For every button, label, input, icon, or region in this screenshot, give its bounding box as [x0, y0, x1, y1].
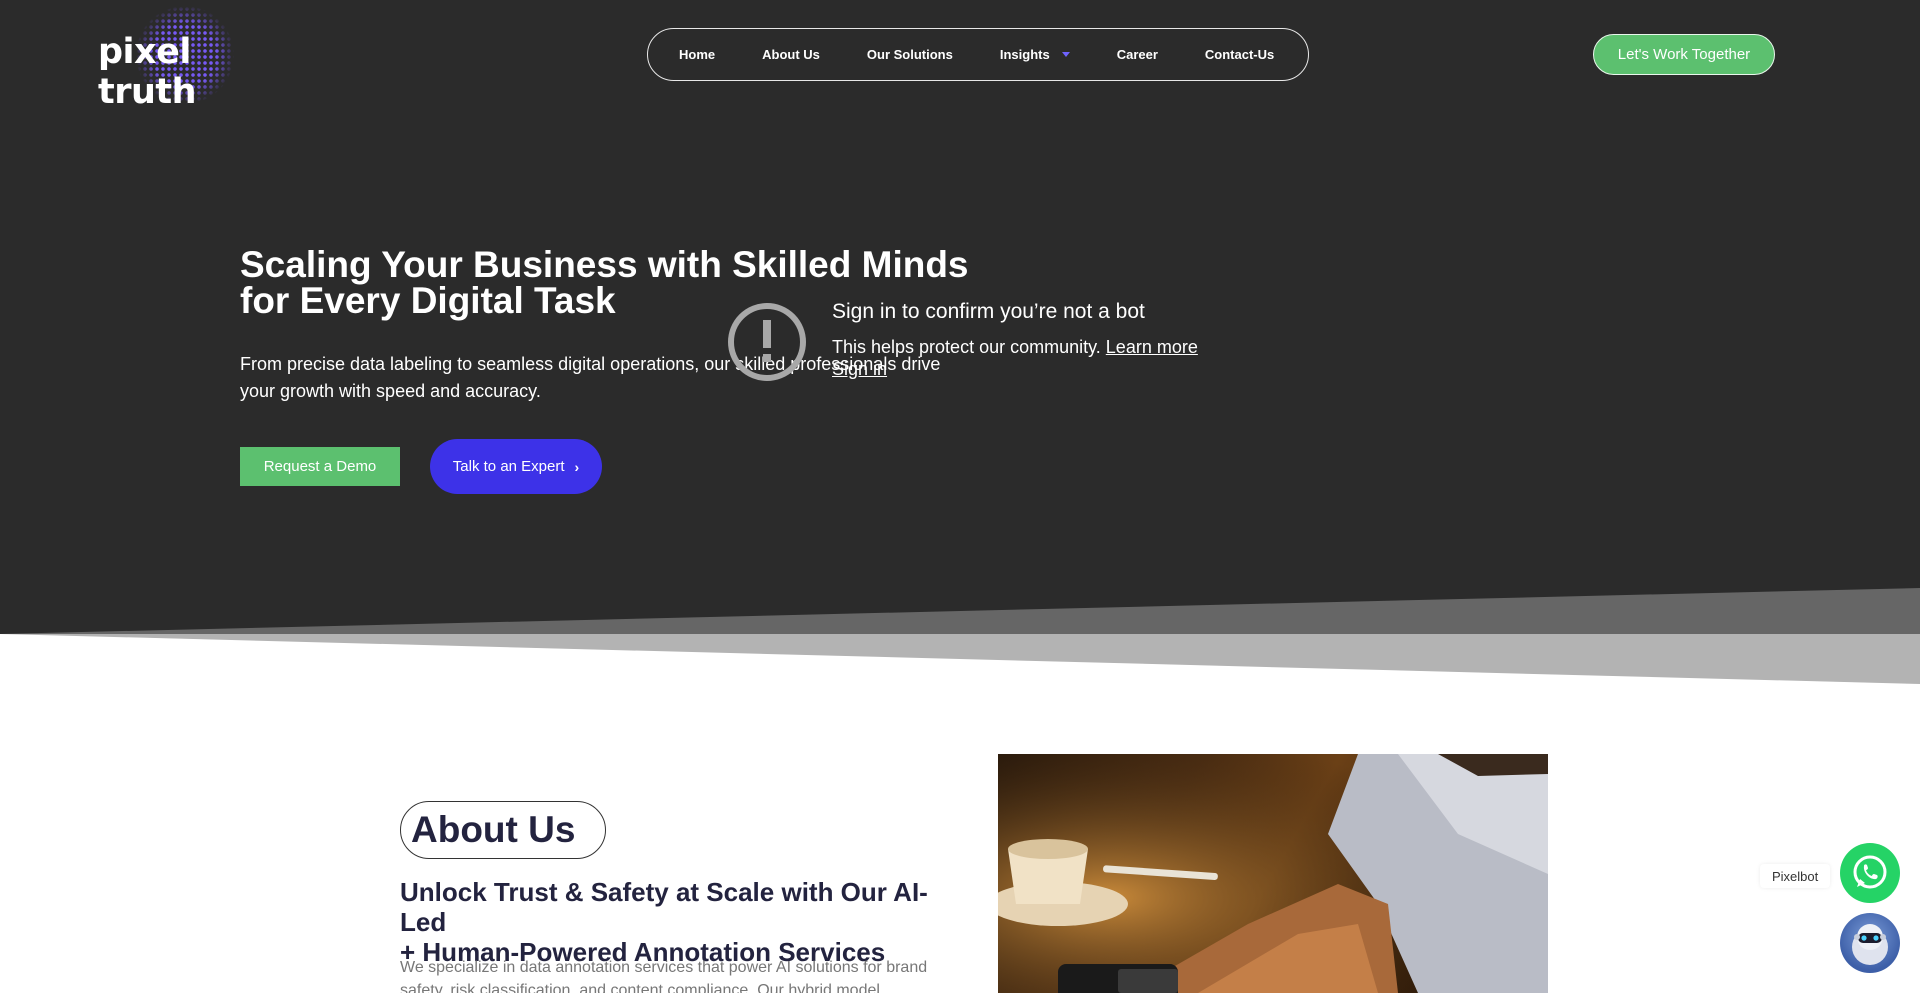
about-photo-illustration [998, 754, 1548, 993]
chevron-right-icon: › [574, 458, 580, 475]
about-us-pill: About Us [400, 801, 606, 859]
pixelbot-label[interactable]: Pixelbot [1760, 864, 1831, 888]
bot-check-title: Sign in to confirm you’re not a bot [832, 300, 1145, 323]
bot-check-message: This helps protect our community. [832, 337, 1101, 357]
bot-check-text: This helps protect our community. Learn … [832, 336, 1198, 359]
nav-item-home[interactable]: Home [679, 47, 715, 62]
robot-icon [1852, 924, 1888, 965]
about-photo [998, 754, 1548, 993]
nav-item-insights[interactable]: Insights [1000, 47, 1070, 62]
sign-in-link[interactable]: Sign in [832, 359, 887, 380]
about-heading: Unlock Trust & Safety at Scale with Our … [400, 877, 960, 967]
lets-work-together-button[interactable]: Let's Work Together [1593, 34, 1775, 75]
nav-item-about-us[interactable]: About Us [762, 47, 820, 62]
hero-divider [0, 588, 1920, 684]
hero-title-line-2: for Every Digital Task [240, 280, 616, 321]
main-nav: Home About Us Our Solutions Insights Car… [647, 28, 1309, 81]
logo[interactable]: pixel truth [96, 6, 272, 112]
whatsapp-icon [1853, 855, 1887, 889]
hero-title-line-1: Scaling Your Business with Skilled Minds [240, 244, 969, 285]
about-body: We specialize in data annotation service… [400, 956, 960, 993]
whatsapp-button[interactable] [1840, 843, 1900, 903]
talk-to-expert-label: Talk to an Expert [452, 458, 565, 475]
caret-down-icon [1061, 52, 1070, 57]
learn-more-link[interactable]: Learn more [1106, 337, 1198, 357]
about-body-line-1: We specialize in data annotation service… [400, 959, 928, 976]
nav-item-career[interactable]: Career [1117, 47, 1158, 62]
nav-item-insights-label: Insights [999, 47, 1050, 62]
request-demo-button[interactable]: Request a Demo [240, 447, 400, 486]
about-heading-line-1: Unlock Trust & Safety at Scale with Our … [400, 877, 928, 937]
about-body-line-2: safety, risk classification, and content… [400, 982, 880, 993]
logo-text: pixel truth [98, 32, 197, 112]
hero-subtitle-line-2: your growth with speed and accuracy. [240, 381, 541, 401]
talk-to-expert-button[interactable]: Talk to an Expert › [430, 439, 602, 494]
nav-item-our-solutions[interactable]: Our Solutions [867, 47, 953, 62]
pixelbot-avatar-button[interactable] [1840, 913, 1900, 973]
warning-icon [728, 303, 806, 381]
nav-item-contact-us[interactable]: Contact-Us [1205, 47, 1274, 62]
about-us-label: About Us [411, 809, 576, 850]
